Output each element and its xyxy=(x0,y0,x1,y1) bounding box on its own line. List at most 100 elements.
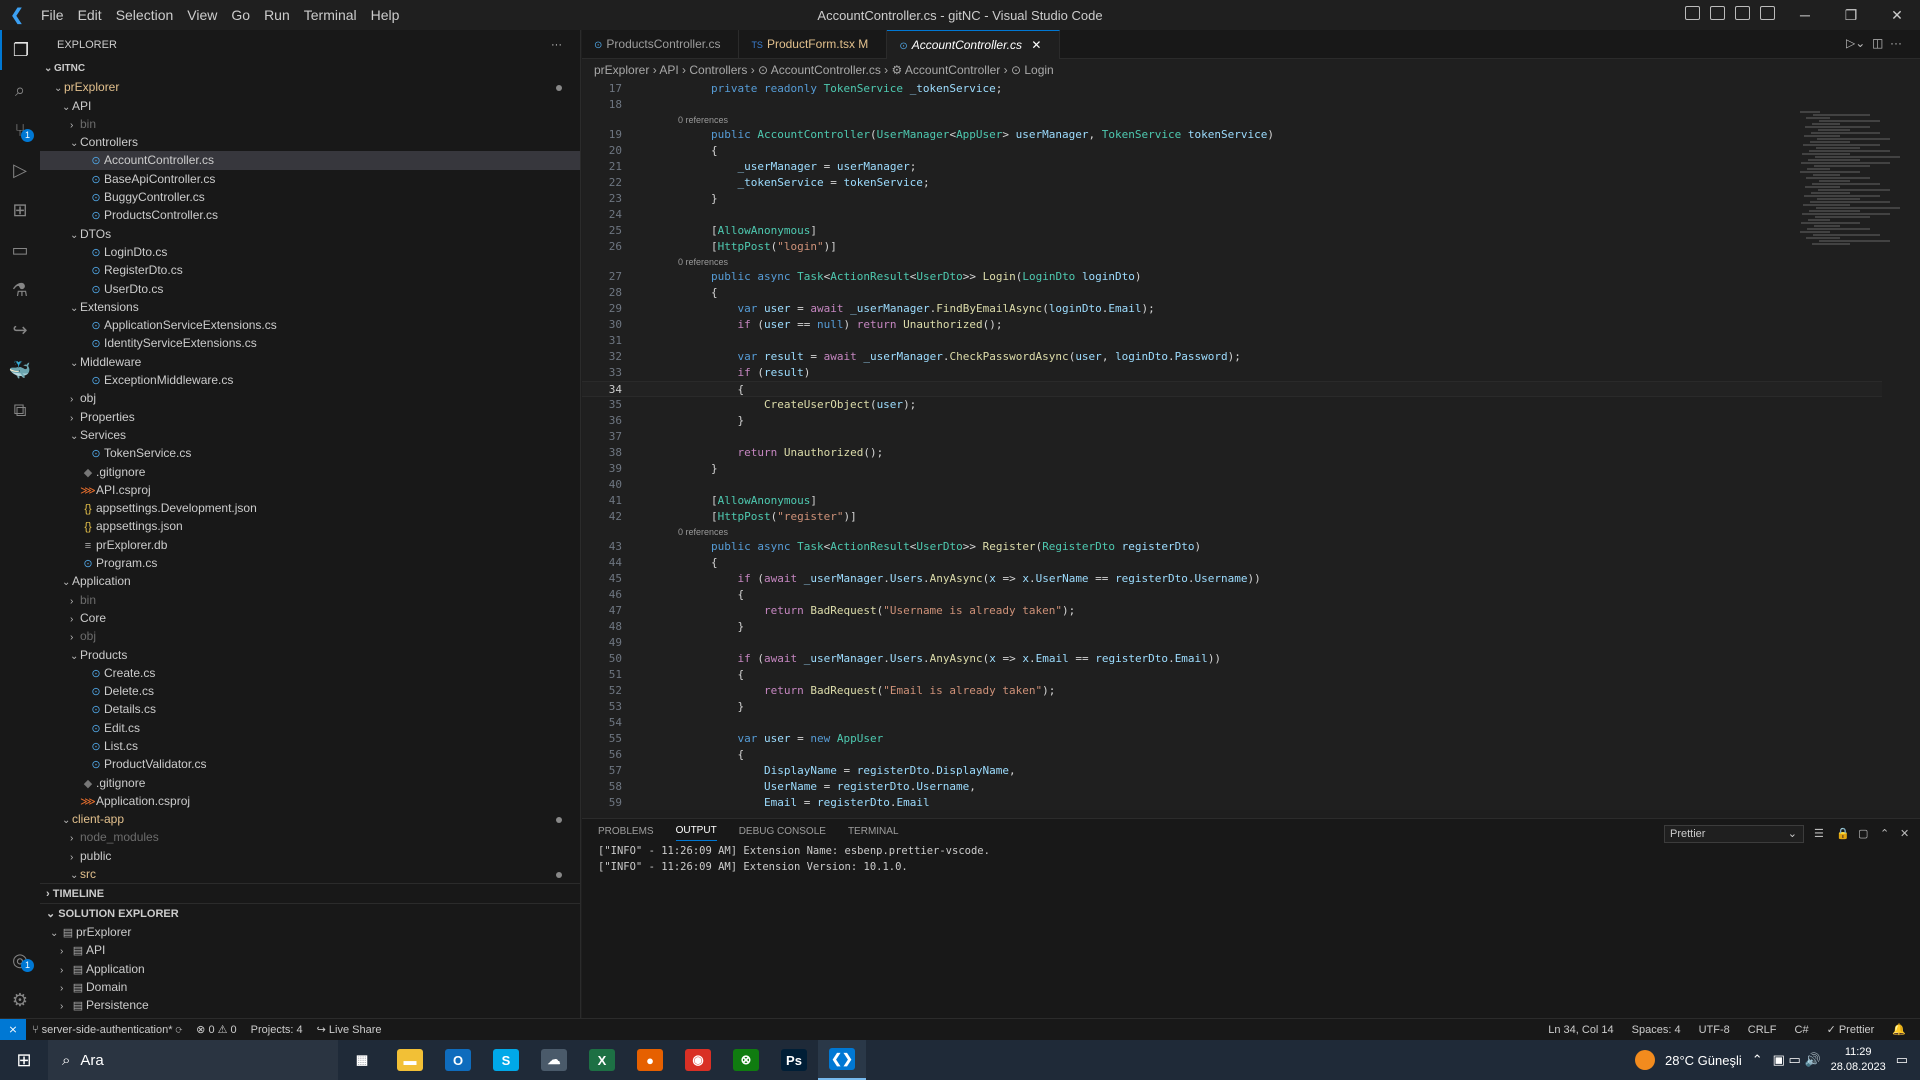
remote-explorer-icon[interactable]: ▭ xyxy=(0,230,40,270)
folder-item[interactable]: › obj xyxy=(40,627,580,645)
menu-file[interactable]: File xyxy=(34,0,71,30)
menu-help[interactable]: Help xyxy=(364,0,407,30)
solution-explorer-section[interactable]: ⌄ SOLUTION EXPLORER xyxy=(40,903,580,923)
folder-item[interactable]: ⌄ client-app xyxy=(40,810,580,828)
folder-item[interactable]: ⌄ DTOs xyxy=(40,225,580,243)
close-tab-icon[interactable]: ✕ xyxy=(1028,38,1041,52)
outlook-icon[interactable]: O xyxy=(434,1040,482,1080)
code-line[interactable]: 44 { xyxy=(582,555,1882,571)
file-item[interactable]: ⊙ AccountController.cs xyxy=(40,151,580,170)
folder-item[interactable]: › bin xyxy=(40,591,580,609)
file-item[interactable]: ⊙ ExceptionMiddleware.cs xyxy=(40,371,580,389)
codelens-references[interactable]: 0 references xyxy=(582,525,1882,539)
file-item[interactable]: ⊙ TokenService.cs xyxy=(40,444,580,462)
skype-icon[interactable]: S xyxy=(482,1040,530,1080)
code-line[interactable]: 42 [HttpPost("register")] xyxy=(582,509,1882,525)
codelens-references[interactable]: 0 references xyxy=(582,113,1882,127)
code-line[interactable]: 19 public AccountController(UserManager<… xyxy=(582,127,1882,143)
codelens-references[interactable]: 0 references xyxy=(582,255,1882,269)
file-item[interactable]: ⊙ Edit.cs xyxy=(40,719,580,737)
file-item[interactable]: {} appsettings.json xyxy=(40,517,580,535)
run-debug-icon[interactable]: ▷ xyxy=(0,150,40,190)
code-line[interactable]: 55 var user = new AppUser xyxy=(582,731,1882,747)
weather-icon[interactable] xyxy=(1635,1050,1655,1070)
code-line[interactable]: 33 if (result) xyxy=(582,365,1882,381)
folder-item[interactable]: › public xyxy=(40,847,580,865)
toggle-secondary-sidebar-icon[interactable] xyxy=(1735,6,1750,20)
search-icon[interactable]: ⌕ xyxy=(0,70,40,110)
close-button[interactable]: ✕ xyxy=(1874,0,1920,30)
tray-icons[interactable]: ▣ ▭ 🔊 xyxy=(1773,1052,1821,1068)
close-panel-icon[interactable]: ✕ xyxy=(1900,827,1909,840)
folder-item[interactable]: › Core xyxy=(40,609,580,627)
editor-tab[interactable]: ⊙ AccountController.cs ✕ xyxy=(887,30,1061,59)
code-line[interactable]: 29 var user = await _userManager.FindByE… xyxy=(582,301,1882,317)
folder-item[interactable]: › obj xyxy=(40,389,580,407)
code-line[interactable]: 25 [AllowAnonymous] xyxy=(582,223,1882,239)
settings-gear-icon[interactable]: ⚙ xyxy=(0,980,40,1020)
toggle-sidebar-icon[interactable] xyxy=(1685,6,1700,20)
source-control-icon[interactable]: ⑂ 1 xyxy=(0,110,40,150)
code-line[interactable]: 31 xyxy=(582,333,1882,349)
code-line[interactable]: 50 if (await _userManager.Users.AnyAsync… xyxy=(582,651,1882,667)
vscode-icon[interactable]: ❮❯ xyxy=(818,1040,866,1080)
timeline-section[interactable]: › TIMELINE xyxy=(40,883,580,903)
explorer-icon[interactable]: ❐ xyxy=(0,30,40,70)
code-line[interactable]: 17 private readonly TokenService _tokenS… xyxy=(582,81,1882,97)
panel-tab-problems[interactable]: PROBLEMS xyxy=(598,826,654,841)
menu-terminal[interactable]: Terminal xyxy=(297,0,364,30)
more-icon[interactable]: ··· xyxy=(1890,36,1902,50)
indentation[interactable]: Spaces: 4 xyxy=(1632,1019,1681,1041)
code-line[interactable]: 26 [HttpPost("login")] xyxy=(582,239,1882,255)
code-line[interactable]: 34 { xyxy=(582,381,1882,397)
tray-chevron-icon[interactable]: ⌃ xyxy=(1752,1052,1763,1068)
file-item[interactable]: ⊙ BuggyController.cs xyxy=(40,188,580,206)
solution-icon[interactable]: ⧉ xyxy=(0,390,40,430)
file-item[interactable]: {} appsettings.Development.json xyxy=(40,499,580,517)
code-line[interactable]: 59 Email = registerDto.Email xyxy=(582,795,1882,810)
solution-item[interactable]: › ▤ Persistence xyxy=(40,996,580,1014)
menu-view[interactable]: View xyxy=(180,0,224,30)
file-item[interactable]: ≡ prExplorer.db xyxy=(40,536,580,554)
code-line[interactable]: 41 [AllowAnonymous] xyxy=(582,493,1882,509)
solution-item[interactable]: › ▤ API xyxy=(40,941,580,959)
code-line[interactable]: 40 xyxy=(582,477,1882,493)
folder-item[interactable]: › Properties xyxy=(40,408,580,426)
file-item[interactable]: ⊙ ProductValidator.cs xyxy=(40,755,580,773)
prettier-status[interactable]: ✓ Prettier xyxy=(1827,1019,1875,1041)
folder-item[interactable]: ⌄ Services xyxy=(40,426,580,444)
file-item[interactable]: ⊙ IdentityServiceExtensions.cs xyxy=(40,334,580,352)
branch-indicator[interactable]: ⑂ server-side-authentication* ⟳ xyxy=(32,1019,182,1041)
file-item[interactable]: ⋙API.csproj xyxy=(40,481,580,499)
menu-run[interactable]: Run xyxy=(257,0,297,30)
accounts-icon[interactable]: ◎ 1 xyxy=(0,940,40,980)
breadcrumb[interactable]: prExplorer › API › Controllers › ⊙ Accou… xyxy=(582,59,1920,81)
menu-edit[interactable]: Edit xyxy=(71,0,109,30)
notification-center-icon[interactable]: ▭ xyxy=(1896,1052,1908,1068)
code-line[interactable]: 21 _userManager = userManager; xyxy=(582,159,1882,175)
menu-go[interactable]: Go xyxy=(224,0,257,30)
code-line[interactable]: 38 return Unauthorized(); xyxy=(582,445,1882,461)
code-line[interactable]: 24 xyxy=(582,207,1882,223)
code-line[interactable]: 58 UserName = registerDto.Username, xyxy=(582,779,1882,795)
photoshop-icon[interactable]: Ps xyxy=(770,1040,818,1080)
open-editor-icon[interactable]: ▢ xyxy=(1858,827,1868,840)
file-item[interactable]: ⊙ Details.cs xyxy=(40,700,580,718)
maximize-panel-icon[interactable]: ⌃ xyxy=(1880,827,1889,840)
folder-item[interactable]: ⌄ Extensions xyxy=(40,298,580,316)
file-item[interactable]: ⊙ Delete.cs xyxy=(40,682,580,700)
solution-item[interactable]: › ▤ Domain xyxy=(40,978,580,996)
cursor-position[interactable]: Ln 34, Col 14 xyxy=(1548,1019,1613,1041)
testing-icon[interactable]: ⚗ xyxy=(0,270,40,310)
file-item[interactable]: ⋙Application.csproj xyxy=(40,792,580,810)
customize-layout-icon[interactable] xyxy=(1760,6,1775,20)
solution-item[interactable]: ⌄ ▤ prExplorer xyxy=(40,923,580,941)
live-share-button[interactable]: ↪ Live Share xyxy=(317,1019,382,1041)
docker-icon[interactable]: 🐳 xyxy=(0,350,40,390)
lock-icon[interactable]: 🔒 xyxy=(1836,827,1850,840)
code-line[interactable]: 52 return BadRequest("Email is already t… xyxy=(582,683,1882,699)
menu-selection[interactable]: Selection xyxy=(109,0,181,30)
folder-item[interactable]: ⌄ Controllers xyxy=(40,133,580,151)
output-log[interactable]: ["INFO" - 11:26:09 AM] Extension Name: e… xyxy=(598,843,990,875)
code-line[interactable]: 56 { xyxy=(582,747,1882,763)
